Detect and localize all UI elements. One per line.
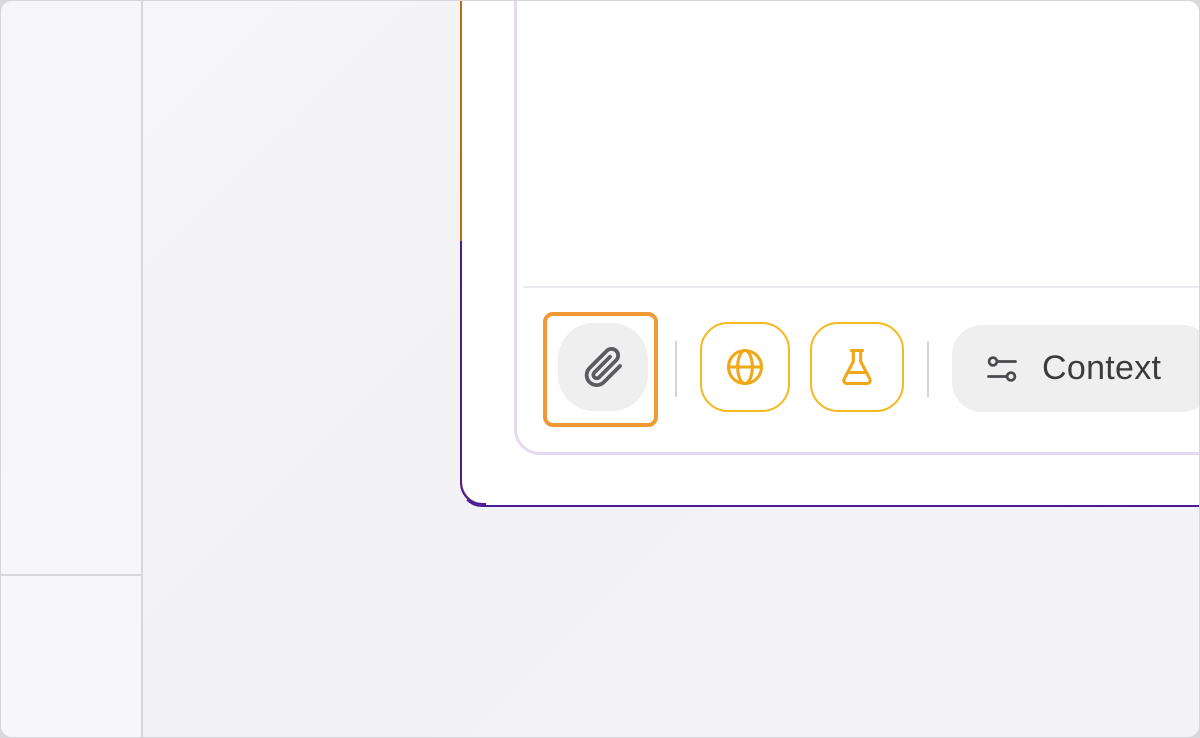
toolbar-separator bbox=[927, 341, 929, 397]
web-search-toggle[interactable] bbox=[700, 322, 790, 412]
context-button[interactable]: Context bbox=[952, 325, 1199, 412]
research-toggle[interactable] bbox=[810, 322, 904, 412]
flask-icon bbox=[835, 345, 879, 389]
sidebar bbox=[1, 1, 143, 737]
sidebar-divider bbox=[1, 574, 141, 576]
composer-divider bbox=[523, 286, 1199, 288]
sliders-icon bbox=[984, 351, 1020, 387]
globe-icon bbox=[723, 345, 767, 389]
attach-button-highlight bbox=[543, 312, 658, 427]
context-button-label: Context bbox=[1042, 349, 1162, 387]
toolbar-separator bbox=[675, 341, 677, 397]
app-window: Context bbox=[0, 0, 1200, 738]
